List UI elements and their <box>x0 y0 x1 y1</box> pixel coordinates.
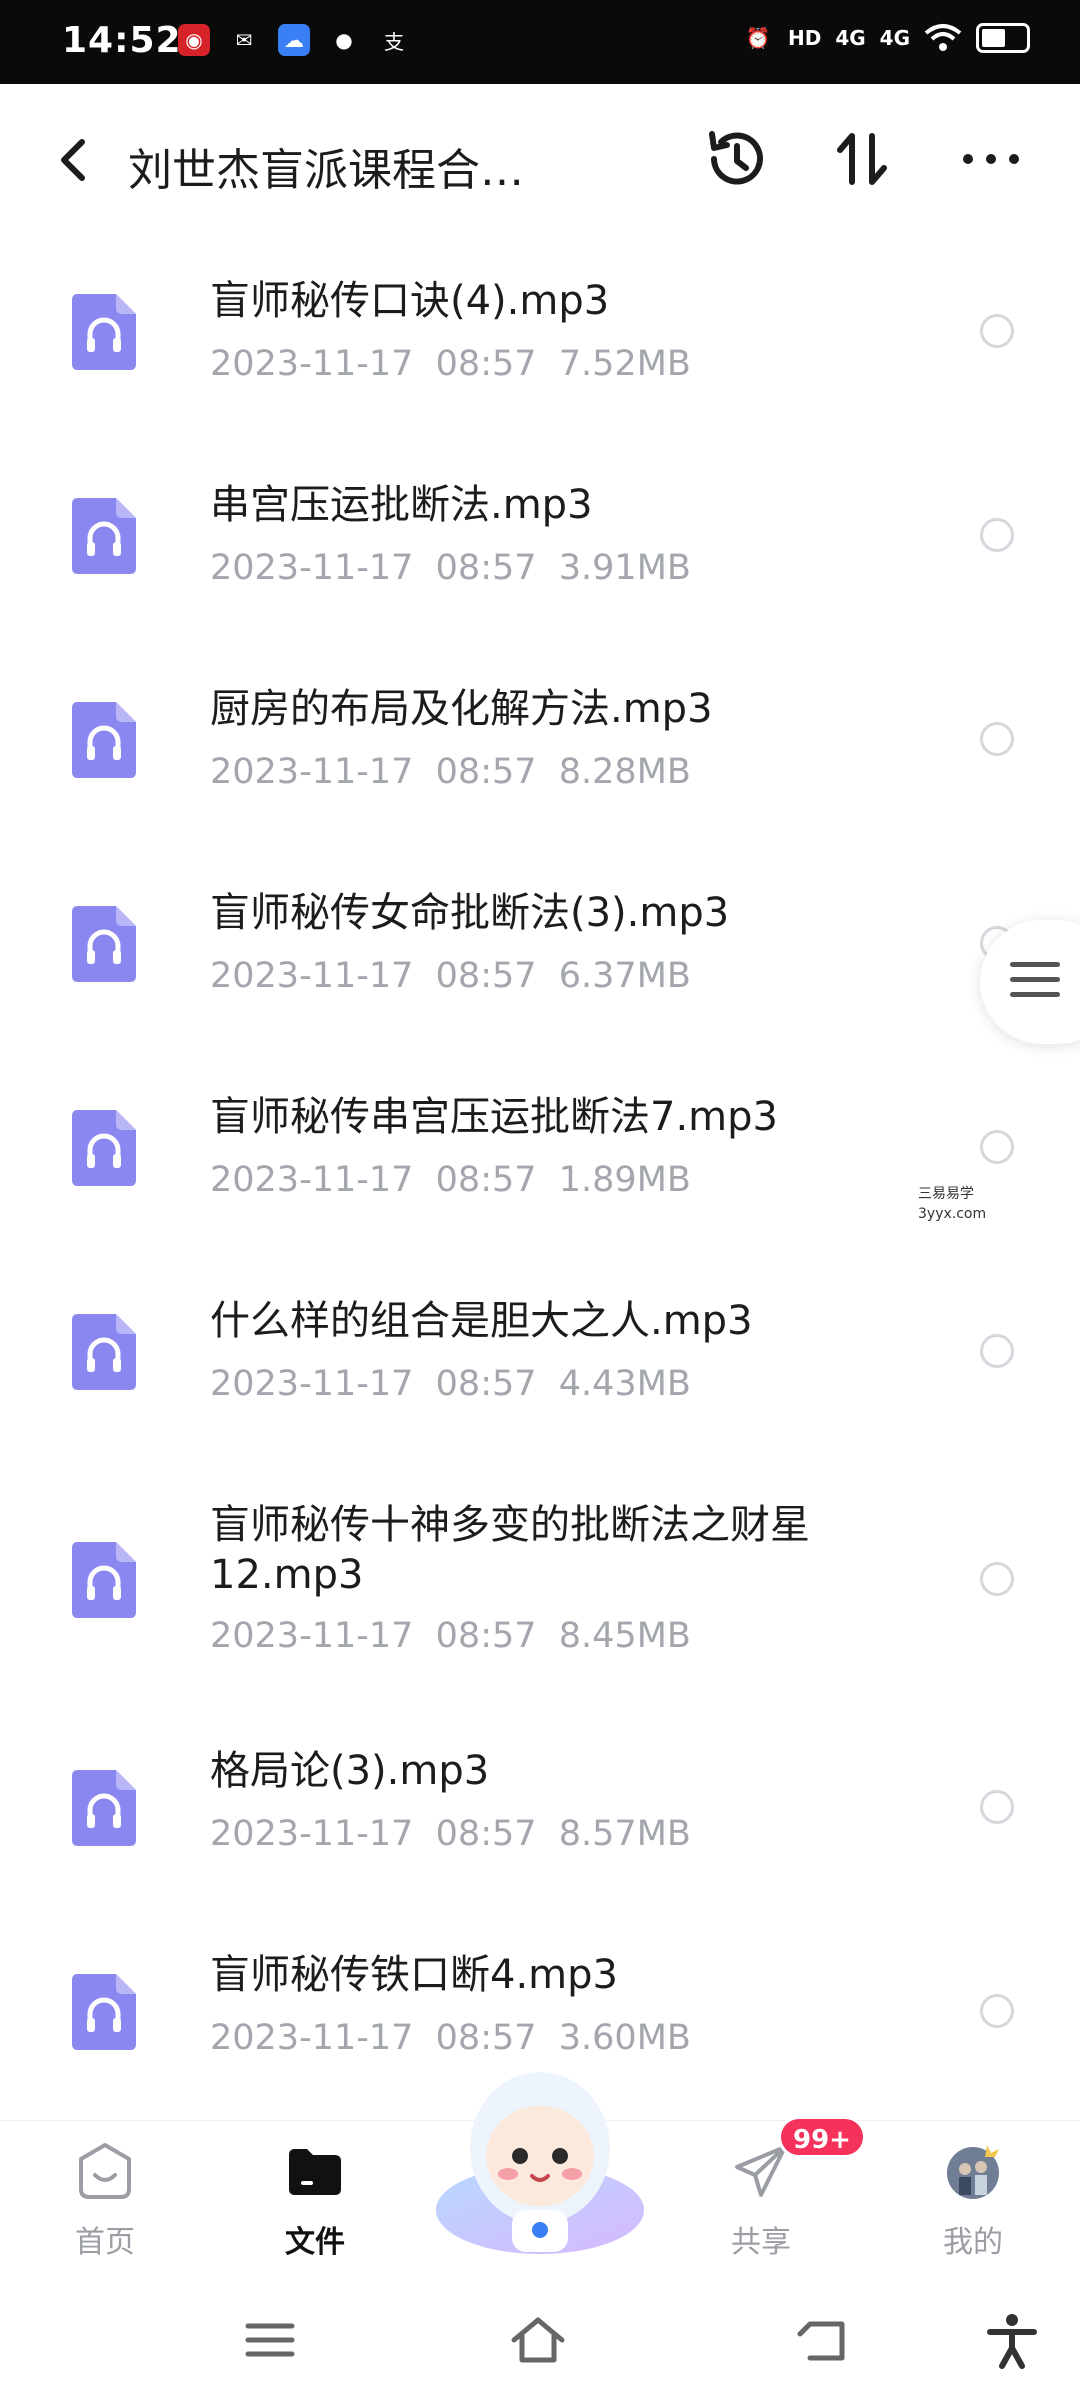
accessibility-icon[interactable] <box>982 2310 1042 2370</box>
audio-file-icon <box>72 906 136 982</box>
file-name: 格局论(3).mp3 <box>210 1748 490 1794</box>
wifi-icon <box>924 24 962 51</box>
file-meta: 2023-11-17 08:57 3.60MB <box>210 2018 691 2058</box>
file-meta: 2023-11-17 08:57 8.28MB <box>210 752 691 792</box>
notification-icons: ◉ ✉ ☁ ● 支 <box>178 24 410 56</box>
audio-file-icon <box>72 294 136 370</box>
signal-4g-1: 4G <box>835 26 866 50</box>
select-radio[interactable] <box>980 314 1014 348</box>
select-radio[interactable] <box>980 1562 1014 1596</box>
nav-files-label: 文件 <box>285 2225 345 2260</box>
file-name-continued: 12.mp3 <box>210 1552 364 1598</box>
audio-file-icon <box>72 498 136 574</box>
nav-mine[interactable]: 我的 <box>898 2121 1048 2281</box>
select-radio[interactable] <box>980 1994 1014 2028</box>
audio-file-icon <box>72 1314 136 1390</box>
alarm-icon: ⏰ <box>745 26 771 50</box>
signal-4g-2: 4G <box>879 26 910 50</box>
file-name: 盲师秘传十神多变的批断法之财星 <box>210 1502 810 1548</box>
file-meta: 2023-11-17 08:57 6.37MB <box>210 956 691 996</box>
page-title: 刘世杰盲派课程合… <box>128 145 524 196</box>
file-meta: 2023-11-17 08:57 8.57MB <box>210 1814 691 1854</box>
watermark: 三易易学 3yyx.com <box>918 1184 986 1224</box>
watermark-line2: 3yyx.com <box>918 1206 987 1222</box>
file-name: 盲师秘传女命批断法(3).mp3 <box>210 890 730 936</box>
nav-mine-label: 我的 <box>943 2225 1003 2260</box>
hd-indicator: HD <box>787 26 822 50</box>
cloud-app-icon: ☁ <box>278 24 310 56</box>
back-icon[interactable] <box>796 2310 856 2370</box>
file-meta: 2023-11-17 08:57 8.45MB <box>210 1616 691 1656</box>
select-radio[interactable] <box>980 518 1014 552</box>
alipay-icon: 支 <box>384 29 404 54</box>
file-meta: 2023-11-17 08:57 4.43MB <box>210 1364 691 1404</box>
home-face-icon <box>79 2143 131 2199</box>
back-arrow-icon[interactable] <box>48 130 98 190</box>
status-time: 14:52 <box>62 20 182 61</box>
message-icon: ● <box>335 28 353 52</box>
file-name: 盲师秘传铁口断4.mp3 <box>210 1952 618 1998</box>
home-icon[interactable] <box>508 2310 568 2370</box>
wechat-icon: ✉ <box>235 28 253 52</box>
history-icon[interactable] <box>702 124 772 194</box>
audio-file-icon <box>72 1110 136 1186</box>
audio-file-icon <box>72 1770 136 1846</box>
folder-icon <box>289 2149 341 2195</box>
more-options-icon[interactable] <box>956 124 1026 194</box>
audio-file-icon <box>72 1542 136 1618</box>
select-radio[interactable] <box>980 722 1014 756</box>
nav-home-label: 首页 <box>75 2225 135 2260</box>
system-navigation-bar <box>0 2280 1080 2408</box>
nav-files[interactable]: 文件 <box>240 2121 390 2281</box>
audio-file-icon <box>72 702 136 778</box>
sort-icon[interactable] <box>828 124 898 194</box>
select-radio[interactable] <box>980 1790 1014 1824</box>
recent-apps-icon[interactable] <box>240 2310 300 2370</box>
battery-icon <box>976 23 1030 53</box>
select-radio[interactable] <box>980 1334 1014 1368</box>
file-name: 厨房的布局及化解方法.mp3 <box>210 686 713 732</box>
top-app-bar: 刘世杰盲派课程合… <box>0 84 1080 230</box>
file-meta: 2023-11-17 08:57 1.89MB <box>210 1160 691 1200</box>
share-notification-badge: 99+ <box>778 2116 866 2158</box>
status-bar: 14:52 ◉ ✉ ☁ ● 支 ⏰ HD 4G 4G <box>0 0 1080 84</box>
audio-file-icon <box>72 1974 136 2050</box>
avatar <box>947 2145 999 2199</box>
file-name: 盲师秘传口诀(4).mp3 <box>210 278 610 324</box>
menu-lines-icon <box>1010 962 1060 1007</box>
watermark-line1: 三易易学 <box>918 1186 974 1202</box>
bank-app-icon: ◉ <box>178 24 210 56</box>
select-radio[interactable] <box>980 1130 1014 1164</box>
file-name: 什么样的组合是胆大之人.mp3 <box>210 1298 753 1344</box>
file-name: 盲师秘传串宫压运批断法7.mp3 <box>210 1094 778 1140</box>
nav-home[interactable]: 首页 <box>30 2121 180 2281</box>
file-name: 串宫压运批断法.mp3 <box>210 482 593 528</box>
mascot-assistant-button[interactable] <box>430 2060 650 2256</box>
file-meta: 2023-11-17 08:57 7.52MB <box>210 344 691 384</box>
nav-share-label: 共享 <box>731 2225 791 2260</box>
file-meta: 2023-11-17 08:57 3.91MB <box>210 548 691 588</box>
